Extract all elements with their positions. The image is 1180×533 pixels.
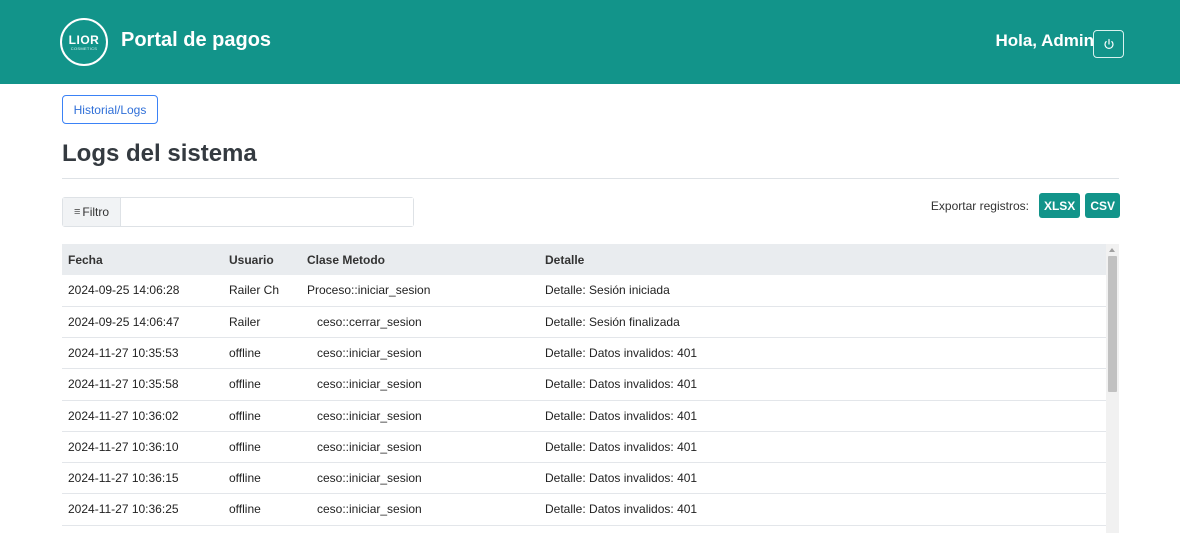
cell-detalle: Detalle: Datos invalidos: 401 [545,471,698,486]
table-row[interactable]: 2024-11-27 10:36:10 offline ceso::inicia… [62,431,1106,463]
power-icon [1103,38,1114,49]
table-header-row: Fecha Usuario Clase Metodo Detalle [62,244,1106,275]
cell-fecha: 2024-11-27 10:36:25 [68,502,179,517]
filter-label-text: Filtro [82,205,110,219]
cell-clase-metodo: ceso::iniciar_sesion [317,346,422,361]
cell-usuario: offline [229,346,261,361]
export-group: Exportar registros: XLSX CSV [931,193,1120,218]
cell-clase-metodo: ceso::iniciar_sesion [317,408,422,423]
cell-fecha: 2024-09-25 14:06:28 [68,283,180,298]
app-title: Portal de pagos [121,29,272,51]
logo-subtext: COSMETICS [70,45,98,51]
cell-detalle: Detalle: Datos invalidos: 401 [545,408,698,423]
cell-detalle: Detalle: Datos invalidos: 401 [545,346,698,361]
cell-clase-metodo: ceso::iniciar_sesion [317,439,422,454]
table-row[interactable]: 2024-11-27 10:36:02 offline ceso::inicia… [62,400,1106,432]
breadcrumb-historial-logs[interactable]: Historial/Logs [62,95,158,124]
filter-label: ≡ Filtro [63,198,121,226]
filter-group: ≡ Filtro [62,197,414,227]
cell-fecha: 2024-11-27 10:36:02 [68,408,179,423]
table-row[interactable]: 2024-09-25 14:06:28 Railer Ch Proceso::i… [62,275,1106,307]
table-row[interactable]: 2024-11-27 10:35:53 offline ceso::inicia… [62,338,1106,369]
table-row[interactable]: 2024-11-27 10:35:58 offline ceso::inicia… [62,369,1106,400]
top-navbar: LIOR COSMETICS Portal de pagos Hola, Adm… [0,0,1180,84]
cell-usuario: offline [229,502,261,517]
brand-logo[interactable]: LIOR COSMETICS [60,18,108,66]
cell-clase-metodo: Proceso::iniciar_sesion [307,283,431,298]
cell-usuario: offline [229,377,261,392]
logs-table-container: Fecha Usuario Clase Metodo Detalle 2024-… [62,244,1119,533]
user-greeting: Hola, Admin [995,31,1094,50]
cell-usuario: offline [229,471,261,486]
filter-input[interactable] [121,198,413,226]
export-xlsx-button[interactable]: XLSX [1038,193,1081,218]
cell-clase-metodo: ceso::iniciar_sesion [317,377,422,392]
cell-fecha: 2024-11-27 10:35:53 [68,346,179,361]
header-detalle[interactable]: Detalle [539,244,1106,275]
header-fecha[interactable]: Fecha [62,244,223,275]
cell-fecha: 2024-11-27 10:35:58 [68,377,179,392]
page-title: Logs del sistema [62,140,257,167]
logout-button[interactable] [1093,30,1124,58]
cell-detalle: Detalle: Sesión finalizada [545,314,680,329]
cell-usuario: offline [229,439,261,454]
cell-clase-metodo: ceso::iniciar_sesion [317,471,422,486]
cell-clase-metodo: ceso::cerrar_sesion [317,314,422,329]
table-row[interactable]: 2024-11-27 10:36:25 offline ceso::inicia… [62,494,1106,525]
logs-table: Fecha Usuario Clase Metodo Detalle 2024-… [62,244,1106,526]
export-csv-button[interactable]: CSV [1085,193,1120,218]
cell-usuario: Railer [229,314,261,329]
cell-fecha: 2024-11-27 10:36:15 [68,471,179,486]
filter-icon: ≡ [73,206,81,218]
table-scrollbar[interactable] [1106,244,1119,533]
export-label: Exportar registros: [930,198,1029,213]
cell-usuario: offline [229,408,261,423]
cell-detalle: Detalle: Datos invalidos: 401 [545,439,698,454]
header-clase-metodo[interactable]: Clase Metodo [301,244,539,275]
cell-detalle: Detalle: Sesión iniciada [545,283,670,298]
scrollbar-thumb[interactable] [1108,256,1117,392]
cell-clase-metodo: ceso::iniciar_sesion [317,502,422,517]
header-usuario[interactable]: Usuario [223,244,301,275]
table-row[interactable]: 2024-11-27 10:36:15 offline ceso::inicia… [62,463,1106,494]
logo-text: LIOR [68,32,100,47]
cell-detalle: Detalle: Datos invalidos: 401 [545,377,698,392]
cell-detalle: Detalle: Datos invalidos: 401 [545,502,698,517]
cell-fecha: 2024-11-27 10:36:10 [68,439,179,454]
table-row[interactable]: 2024-09-25 14:06:47 Railer ceso::cerrar_… [62,306,1106,338]
scroll-up-arrow-icon[interactable] [1109,248,1115,252]
cell-usuario: Railer Ch [229,283,280,298]
title-divider [62,178,1119,179]
cell-fecha: 2024-09-25 14:06:47 [68,314,180,329]
